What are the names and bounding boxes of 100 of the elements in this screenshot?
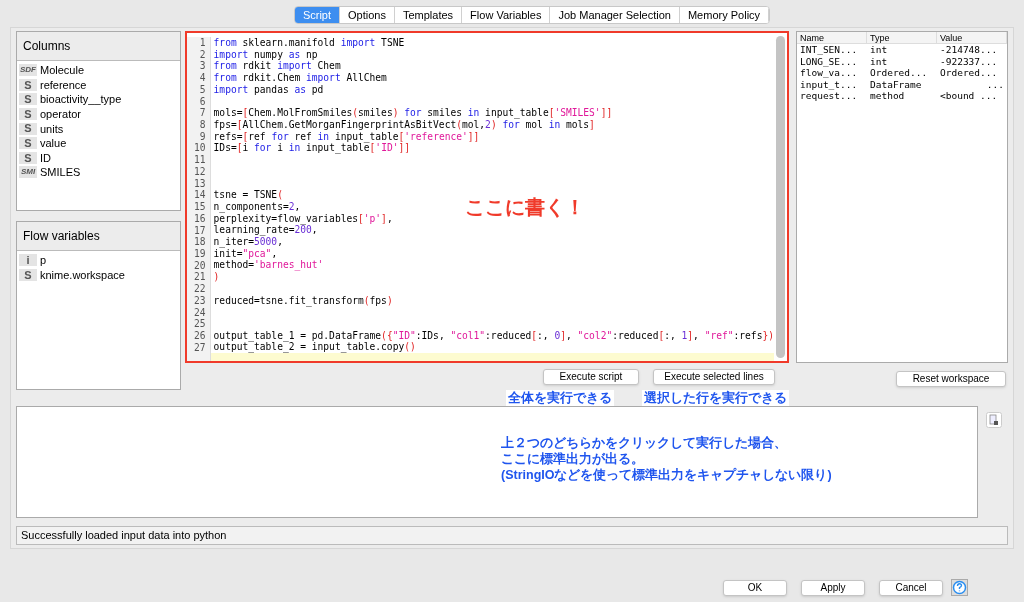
line-number: 13: [194, 177, 206, 190]
type-badge: SMI: [19, 166, 37, 179]
table-cell: -214748...: [940, 44, 998, 56]
line-number: 12: [194, 165, 206, 178]
list-item[interactable]: ID: [40, 151, 51, 164]
table-cell: INT_SEN...: [800, 44, 858, 56]
table-cell: ...: [986, 78, 1004, 90]
line-number: 8: [199, 119, 206, 131]
line-number: 22: [194, 283, 206, 295]
line-number: 3: [199, 60, 206, 73]
column-header: Value: [937, 32, 1007, 43]
line-number: 17: [194, 224, 206, 237]
table-cell: flow_va...: [800, 67, 858, 79]
panel-header: Columns: [17, 32, 180, 61]
line-number: 20: [194, 259, 206, 272]
code-line: reduced=tsne.fit_transform(fps): [213, 294, 393, 307]
line-number: 14: [194, 189, 206, 202]
list-item[interactable]: reference: [40, 78, 87, 91]
table-cell: input_t...: [800, 78, 858, 90]
status-bar: Successfully loaded input data into python: [16, 526, 1008, 545]
line-number: 10: [194, 142, 206, 155]
line-number: 19: [194, 247, 206, 260]
code-line: fps=[AllChem.GetMorganFingerprintAsBitVect(mol,2) for mol in mols]: [213, 119, 595, 131]
type-badge: S: [19, 151, 37, 164]
table-cell: -922337...: [940, 55, 998, 67]
line-number: 26: [194, 329, 206, 342]
code-line: mols=[Chem.MolFromSmiles(smiles) for smiles in input_table['SMILES']]: [213, 107, 613, 119]
line-number: 27: [194, 341, 206, 354]
code-line: output_table_1 = pd.DataFrame({"ID":IDs, "col1":reduced[:, 0], "col2":reduced[:, 1], "ref":refs}): [213, 329, 774, 342]
document-icon[interactable]: [986, 412, 1002, 428]
list-item[interactable]: operator: [40, 108, 81, 121]
list-item[interactable]: Molecule: [40, 64, 85, 77]
column-header: Name: [797, 32, 867, 43]
type-badge: S: [19, 122, 37, 135]
table-cell: request...: [800, 90, 858, 102]
line-number: 7: [199, 107, 206, 120]
type-badge: S: [19, 78, 37, 91]
line-number: 9: [199, 130, 206, 143]
list-item[interactable]: units: [40, 122, 64, 135]
table-cell: int: [870, 44, 888, 56]
annotation: ここに標準出力が出る。: [501, 451, 645, 467]
type-badge: S: [19, 108, 37, 121]
table-cell: method: [870, 90, 905, 102]
line-number: 1: [199, 37, 206, 49]
dialog-button[interactable]: Execute script: [543, 369, 639, 385]
code-line: tsne = TSNE(: [213, 189, 283, 201]
type-badge: SDF: [19, 64, 37, 77]
code-line: n_components=2,: [213, 200, 301, 213]
annotation: 上２つのどちらかをクリックして実行した場合、: [501, 435, 788, 451]
line-number: 6: [199, 95, 206, 108]
dialog-button[interactable]: OK: [723, 579, 787, 596]
list-item[interactable]: value: [40, 137, 67, 150]
dialog-button[interactable]: Apply: [801, 579, 865, 596]
code-line: output_table_2 = input_table.copy(): [213, 341, 416, 354]
annotation: (StringIOなどを使って標準出力をキャプチャしない限り): [501, 467, 833, 483]
list-item[interactable]: SMILES: [40, 166, 81, 179]
list-item[interactable]: knime.workspace: [40, 268, 125, 281]
annotation: 全体を実行できる: [506, 390, 614, 406]
line-number: 11: [194, 154, 206, 166]
code-line: import numpy as np: [213, 48, 318, 61]
code-line: ): [213, 271, 220, 283]
code-line: from sklearn.manifold import TSNE: [213, 37, 405, 49]
help-icon[interactable]: [951, 579, 968, 596]
line-number: 15: [194, 201, 206, 213]
code-line: n_iter=5000,: [213, 236, 283, 248]
table-cell: Ordered...: [940, 67, 998, 79]
table-cell: int: [870, 55, 888, 67]
code-line: IDs=[i for i in input_table['ID']]: [213, 142, 411, 155]
line-number: 24: [194, 306, 206, 319]
code-line: method='barnes_hut': [213, 259, 324, 272]
line-number: 21: [194, 271, 206, 284]
line-number: 5: [199, 83, 206, 96]
code-line: refs=[ref for ref in input_table['reference']]: [213, 130, 480, 143]
line-number: 25: [194, 318, 206, 330]
table-cell: Ordered...: [870, 67, 928, 79]
panel-header: Flow variables: [17, 222, 180, 251]
annotation: ここに書く！: [465, 195, 585, 220]
code-line: import pandas as pd: [213, 83, 324, 96]
table-cell: <bound ...: [940, 90, 998, 102]
table-cell: DataFrame: [870, 78, 922, 90]
line-number: 2: [199, 48, 206, 61]
list-item[interactable]: bioactivity__type: [40, 93, 122, 106]
type-badge: S: [19, 137, 37, 150]
code-line: learning_rate=200,: [213, 224, 318, 237]
type-badge: i: [19, 254, 37, 267]
type-badge: S: [19, 93, 37, 106]
code-line: init="pca",: [213, 247, 278, 260]
dialog-button[interactable]: Execute selected lines: [653, 369, 775, 385]
column-header: Type: [867, 32, 937, 43]
dialog-button[interactable]: Reset workspace: [896, 371, 1006, 387]
line-number: 23: [194, 294, 206, 307]
line-number: 4: [199, 72, 206, 84]
scrollbar[interactable]: [776, 36, 785, 358]
code-line: from rdkit import Chem: [213, 60, 341, 73]
code-line: from rdkit.Chem import AllChem: [213, 72, 387, 84]
list-item[interactable]: p: [40, 254, 47, 267]
annotation: 選択した行を実行できる: [642, 390, 789, 406]
dialog-button[interactable]: Cancel: [879, 579, 943, 596]
table-cell: LONG_SE...: [800, 55, 858, 67]
type-badge: S: [19, 268, 37, 281]
